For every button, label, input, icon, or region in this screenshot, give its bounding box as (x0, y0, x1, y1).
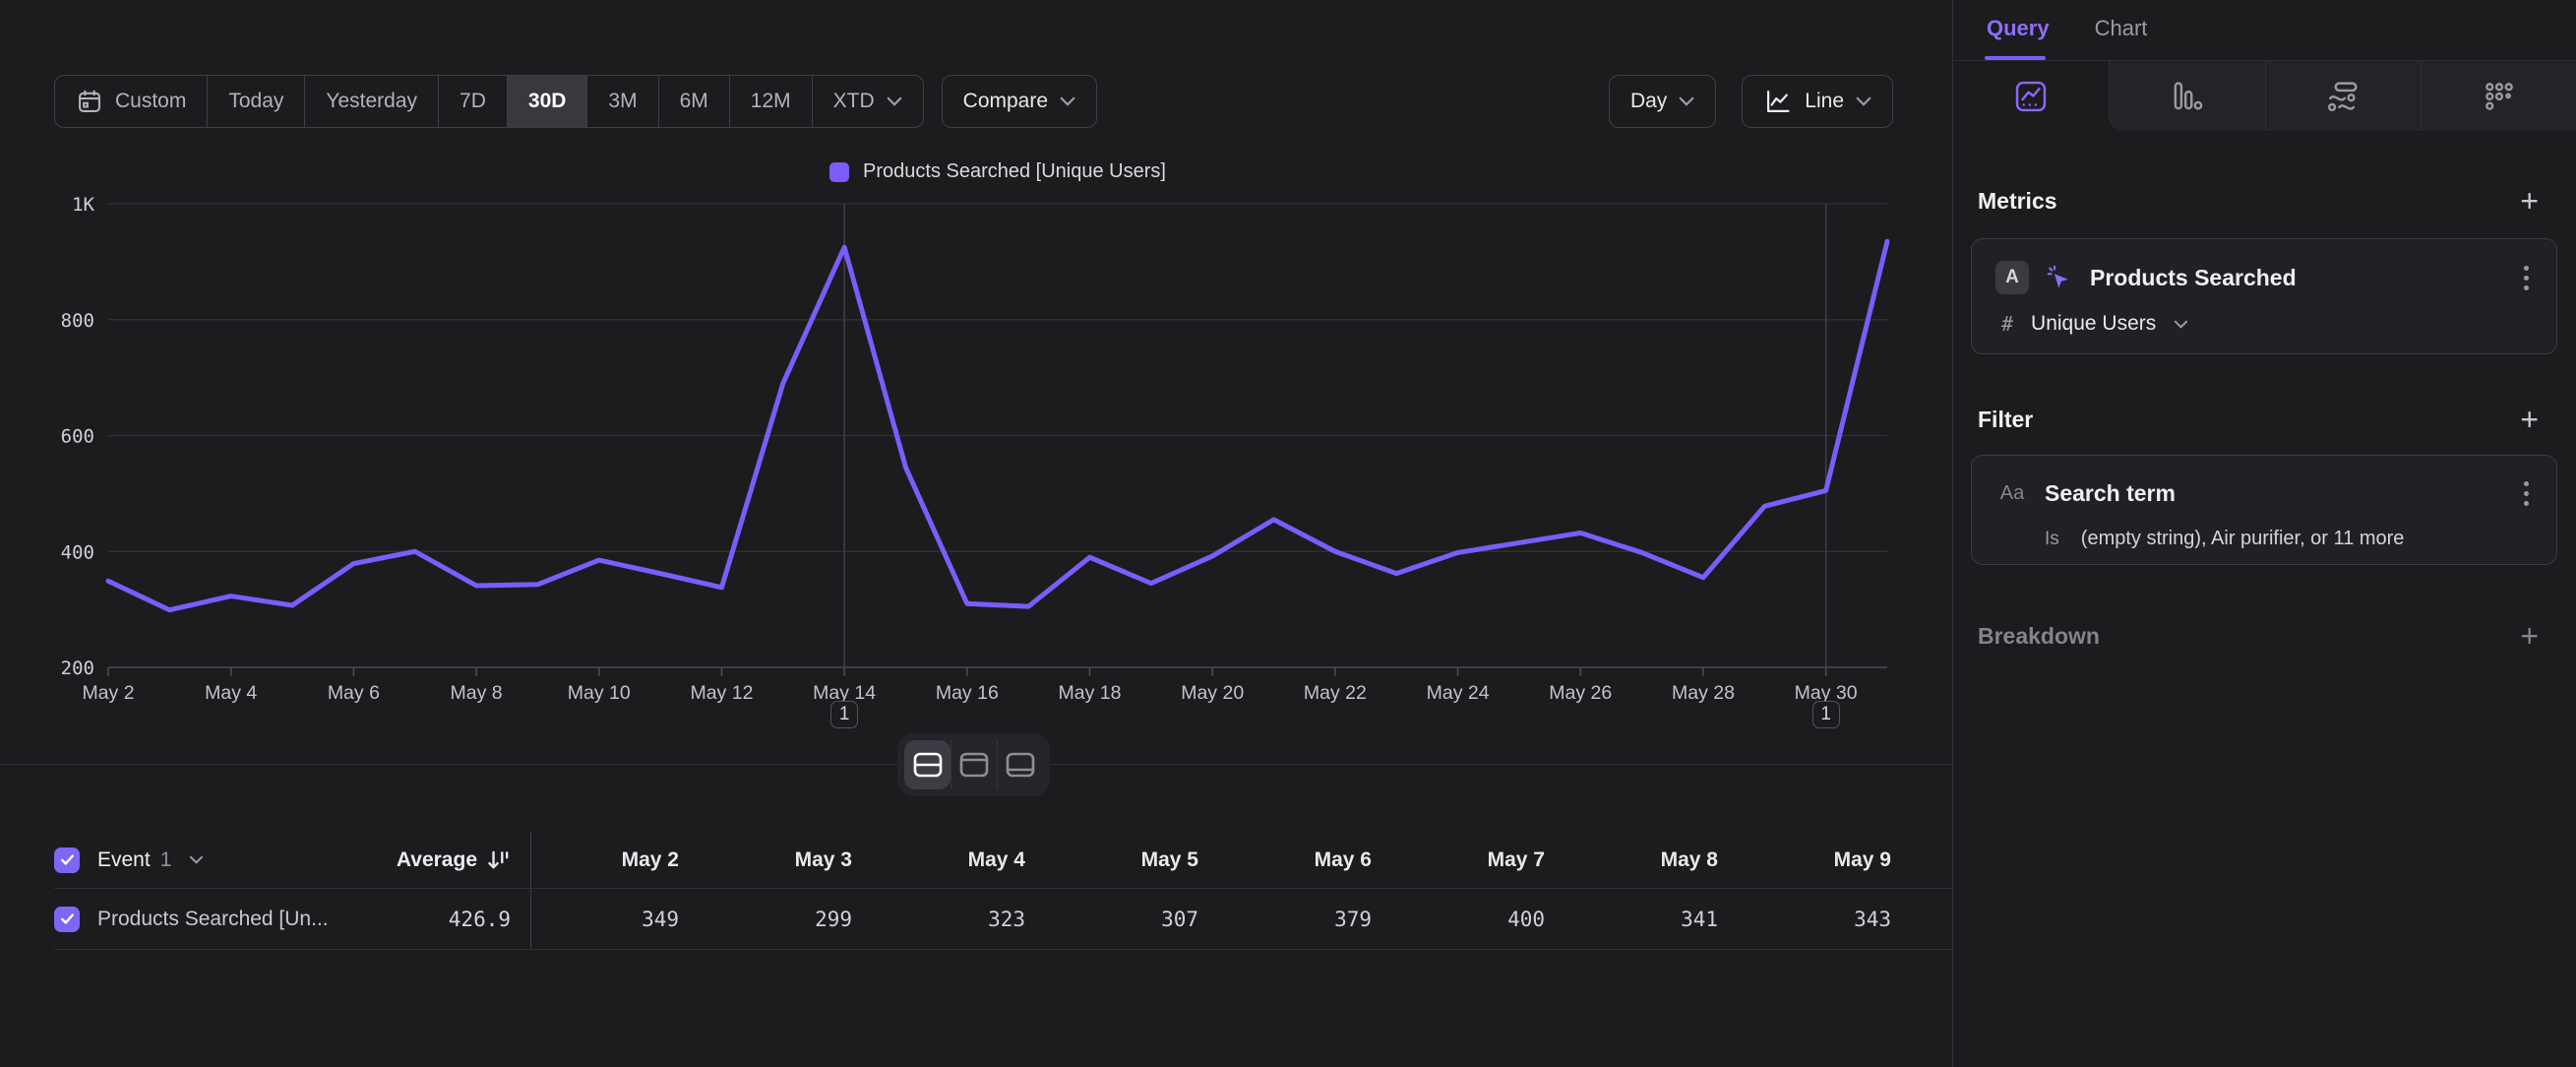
app: Custom Today Yesterday 7D 30D 3M 6M 12M … (0, 0, 2576, 1067)
filter-condition-row[interactable]: Is (empty string), Air purifier, or 11 m… (1995, 528, 2533, 550)
metric-aggregation-row[interactable]: # Unique Users (1995, 312, 2533, 336)
annotation-badge[interactable]: 1 (1812, 701, 1840, 728)
filter-property-name: Search term (2045, 480, 2176, 507)
column-header: May 9 (1744, 848, 1917, 872)
layout-chart-focus-button[interactable] (951, 740, 997, 789)
kebab-menu-icon[interactable] (2520, 477, 2533, 510)
table-header-name-cell: Event 1 Average (54, 832, 531, 888)
table-focus-icon (1006, 752, 1035, 778)
metrics-section-header: Metrics + (1978, 185, 2539, 217)
tab-chart[interactable]: Chart (2095, 16, 2148, 41)
split-view-icon (913, 752, 943, 778)
annotation-badges: 11 (0, 701, 1952, 730)
filter-title: Filter (1978, 407, 2033, 433)
add-filter-button[interactable]: + (2520, 404, 2539, 435)
column-header: May 3 (705, 848, 878, 872)
tab-retention[interactable] (2421, 61, 2576, 131)
kebab-menu-icon[interactable] (2520, 262, 2533, 294)
event-sparkle-icon (2045, 263, 2074, 292)
table-header-row: Event 1 Average May 2 May 3 May 4 May 5 (54, 832, 1952, 889)
table-row-name-cell: Products Searched [Un... 426.9 (54, 889, 531, 949)
report-type-tabs (1953, 60, 2576, 131)
metric-name: Products Searched (2090, 265, 2297, 291)
flows-icon (2326, 80, 2360, 113)
event-count: 1 (160, 848, 172, 872)
funnels-icon (2171, 80, 2204, 113)
chevron-down-icon[interactable] (189, 855, 204, 864)
filter-card[interactable]: Aa Search term Is (empty string), Air pu… (1971, 455, 2557, 565)
filter-card-header: Aa Search term (1995, 477, 2533, 510)
cell-value: 341 (1570, 908, 1744, 931)
column-header: May 6 (1224, 848, 1397, 872)
cell-value: 349 (531, 908, 705, 931)
series-name: Products Searched [Un... (97, 908, 329, 931)
breakdown-title: Breakdown (1978, 623, 2100, 650)
check-icon (59, 910, 76, 927)
metric-letter-badge: A (1995, 261, 2029, 294)
query-panel: Query Chart (1952, 0, 2576, 1067)
svg-text:200: 200 (61, 658, 94, 679)
tab-query[interactable]: Query (1987, 16, 2050, 41)
row-checkbox[interactable] (54, 907, 80, 932)
tab-insights[interactable] (1953, 61, 2109, 131)
retention-icon (2483, 80, 2516, 113)
tab-flows[interactable] (2265, 61, 2422, 131)
average-column-label: Average (397, 848, 477, 872)
column-header: May 8 (1570, 848, 1744, 872)
breakdown-section-header: Breakdown + (1978, 620, 2539, 652)
tab-funnels[interactable] (2109, 61, 2265, 131)
metric-card-header: A Products Searched (1995, 261, 2533, 294)
select-all-checkbox[interactable] (54, 847, 80, 873)
column-header: May 2 (531, 848, 705, 872)
annotation-badge[interactable]: 1 (830, 701, 858, 728)
layout-switcher (897, 733, 1050, 796)
cell-value: 400 (1397, 908, 1570, 931)
average-value: 426.9 (449, 908, 511, 931)
cell-value: 307 (1051, 908, 1224, 931)
add-metric-button[interactable]: + (2520, 185, 2539, 217)
aggregation-label: Unique Users (2031, 312, 2156, 336)
layout-table-focus-button[interactable] (997, 740, 1043, 789)
breakdown-table: Event 1 Average May 2 May 3 May 4 May 5 (0, 832, 1952, 950)
cell-value: 343 (1744, 908, 1917, 931)
main-area: Custom Today Yesterday 7D 30D 3M 6M 12M … (0, 0, 1952, 1067)
hash-icon: # (2001, 312, 2013, 336)
metrics-title: Metrics (1978, 188, 2057, 215)
insights-icon (2014, 80, 2048, 113)
line-chart: 1K800600400200May 2May 4May 6May 8May 10… (0, 0, 1952, 748)
svg-text:400: 400 (61, 541, 94, 563)
column-header: May 4 (878, 848, 1051, 872)
filter-section-header: Filter + (1978, 404, 2539, 435)
cell-value: 299 (705, 908, 878, 931)
chevron-down-icon (2174, 320, 2188, 329)
cell-value: 323 (878, 908, 1051, 931)
chart-focus-icon (959, 752, 989, 778)
sort-descending-icon (487, 848, 511, 872)
average-sort-control[interactable]: Average (397, 848, 511, 872)
svg-text:600: 600 (61, 426, 94, 448)
layout-split-button[interactable] (904, 740, 951, 789)
filter-value: (empty string), Air purifier, or 11 more (2081, 528, 2405, 550)
column-header: May 7 (1397, 848, 1570, 872)
svg-text:1K: 1K (72, 194, 94, 216)
metric-card[interactable]: A Products Searched # Unique Users (1971, 238, 2557, 354)
add-breakdown-button[interactable]: + (2520, 620, 2539, 652)
svg-text:800: 800 (61, 310, 94, 332)
text-property-badge: Aa (1995, 482, 2029, 505)
event-column-label: Event (97, 848, 151, 872)
cell-value: 379 (1224, 908, 1397, 931)
check-icon (59, 851, 76, 868)
column-header: May 5 (1051, 848, 1224, 872)
filter-operator: Is (2045, 529, 2059, 550)
panel-tabs: Query Chart (1987, 16, 2147, 41)
table-row: Products Searched [Un... 426.9 349 299 3… (54, 889, 1952, 950)
